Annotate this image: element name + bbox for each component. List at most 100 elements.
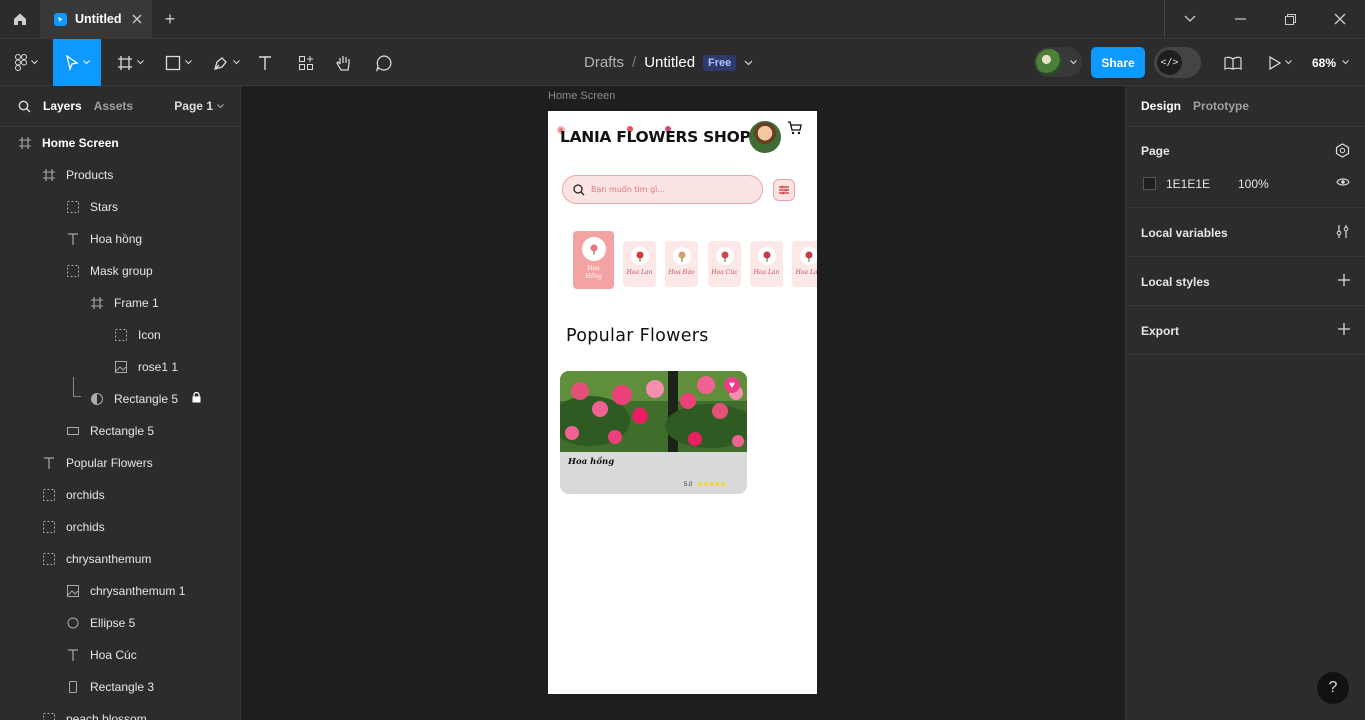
cart-icon[interactable]	[787, 121, 803, 135]
product-name: Hoa hồng	[568, 457, 615, 467]
export-section[interactable]: Export	[1126, 306, 1365, 355]
favorite-heart-icon[interactable]: ♥	[724, 377, 740, 393]
chevron-down-icon	[217, 103, 224, 108]
resources-button[interactable]	[292, 39, 320, 86]
close-window-button[interactable]	[1315, 0, 1365, 38]
category-chip[interactable]: Hoa Đào	[665, 241, 698, 287]
shop-avatar[interactable]	[749, 121, 781, 153]
lock-icon[interactable]	[192, 391, 201, 406]
pen-icon	[213, 56, 227, 70]
home-button[interactable]	[0, 0, 40, 38]
group-icon	[42, 488, 56, 502]
section-title: Popular Flowers	[566, 326, 709, 346]
layer-row[interactable]: rose1 1	[0, 351, 240, 383]
share-button[interactable]: Share	[1091, 47, 1145, 78]
layer-name: chrysanthemum 1	[90, 584, 186, 598]
library-button[interactable]	[1220, 39, 1246, 86]
new-tab-button[interactable]: +	[152, 0, 188, 38]
filter-button[interactable]	[773, 179, 795, 201]
help-button[interactable]: ?	[1317, 672, 1349, 704]
dev-mode-toggle[interactable]: </>	[1154, 47, 1201, 78]
user-menu[interactable]	[1034, 47, 1082, 77]
category-chip[interactable]: Hoa Lan	[750, 241, 783, 287]
close-icon	[1334, 13, 1346, 25]
page-color-hex[interactable]: 1E1E1E	[1166, 177, 1210, 191]
layer-row[interactable]: Stars	[0, 191, 240, 223]
present-button[interactable]	[1262, 39, 1298, 86]
local-variables-heading: Local variables	[1141, 226, 1228, 240]
file-tab[interactable]: Untitled	[40, 0, 152, 38]
file-name[interactable]: Untitled	[644, 54, 695, 71]
tab-assets[interactable]: Assets	[94, 99, 133, 113]
product-card[interactable]: ♥ Hoa hồng 5.0 ★★★★★	[560, 371, 747, 494]
layer-row[interactable]: Mask group	[0, 255, 240, 287]
layer-row[interactable]: orchids	[0, 511, 240, 543]
layers-panel: Layers Assets Page 1 Home Screen Products…	[0, 86, 241, 720]
layer-row[interactable]: chrysanthemum 1	[0, 575, 240, 607]
mask-connector-line	[73, 377, 81, 397]
tabs-dropdown-button[interactable]	[1165, 0, 1215, 38]
zoom-dropdown[interactable]: 68%	[1312, 39, 1349, 86]
local-variables-section[interactable]: Local variables	[1126, 208, 1365, 257]
pen-tool-button[interactable]	[206, 39, 246, 86]
layer-row[interactable]: Ellipse 5	[0, 607, 240, 639]
text-tool-button[interactable]	[252, 39, 278, 86]
search-icon[interactable]	[18, 100, 31, 113]
hand-tool-button[interactable]	[330, 39, 358, 86]
layer-name: Home Screen	[42, 136, 119, 150]
layer-name: Mask group	[90, 264, 153, 278]
layer-row[interactable]: Popular Flowers	[0, 447, 240, 479]
layer-row[interactable]: orchids	[0, 479, 240, 511]
layer-row[interactable]: Hoa hồng	[0, 223, 240, 255]
frame-tool-button[interactable]	[110, 39, 150, 86]
restore-button[interactable]	[1265, 0, 1315, 38]
layer-row[interactable]: Home Screen	[0, 127, 240, 159]
layer-row[interactable]: Products	[0, 159, 240, 191]
plus-icon[interactable]	[1338, 323, 1350, 335]
chevron-down-icon[interactable]	[744, 60, 753, 66]
title-bar: Untitled +	[0, 0, 1365, 38]
frame-label[interactable]: Home Screen	[548, 90, 615, 102]
layer-row[interactable]: chrysanthemum	[0, 543, 240, 575]
move-tool-button[interactable]	[53, 39, 101, 86]
canvas[interactable]: Home Screen LANIA FLOWERS SHOP Bạn muốn …	[242, 86, 1124, 720]
figma-file-icon	[54, 12, 67, 26]
layer-row[interactable]: Frame 1	[0, 287, 240, 319]
category-chip[interactable]: Hoa Lan	[792, 241, 817, 287]
tab-layers[interactable]: Layers	[43, 99, 82, 113]
variables-icon[interactable]	[1336, 224, 1350, 239]
page-color-swatch[interactable]	[1143, 177, 1156, 190]
category-chip[interactable]: Hoa Lan	[623, 241, 656, 287]
page-settings-icon[interactable]	[1335, 143, 1350, 158]
minimize-button[interactable]	[1215, 0, 1265, 38]
plan-badge[interactable]: Free	[703, 54, 737, 71]
plus-icon[interactable]	[1338, 274, 1350, 286]
comment-tool-button[interactable]	[370, 39, 398, 86]
page-selector[interactable]: Page 1	[174, 99, 224, 113]
page-opacity[interactable]: 100%	[1238, 177, 1269, 191]
book-icon	[1224, 56, 1242, 70]
breadcrumb-drafts[interactable]: Drafts	[584, 54, 624, 71]
layer-row[interactable]: Rectangle 3	[0, 671, 240, 703]
shape-tool-button[interactable]	[158, 39, 198, 86]
layer-row[interactable]: Rectangle 5	[0, 377, 240, 415]
layer-row[interactable]: Icon	[0, 319, 240, 351]
close-tab-icon[interactable]	[132, 14, 142, 24]
breadcrumb: Drafts / Untitled Free	[584, 39, 753, 86]
category-chip[interactable]: Hoa Hồng	[573, 231, 614, 289]
eye-icon[interactable]	[1336, 177, 1350, 187]
search-bar[interactable]: Bạn muốn tìm gì...	[562, 175, 763, 204]
local-styles-section[interactable]: Local styles	[1126, 257, 1365, 306]
group-icon	[42, 552, 56, 566]
tab-design[interactable]: Design	[1141, 99, 1181, 113]
layer-row[interactable]: peach blossom	[0, 703, 240, 720]
category-chip[interactable]: Hoa Cúc	[708, 241, 741, 287]
category-label: Hoa Đào	[668, 269, 695, 276]
tab-prototype[interactable]: Prototype	[1193, 99, 1249, 113]
layer-row[interactable]: Hoa Cúc	[0, 639, 240, 671]
image-icon	[114, 360, 128, 374]
category-label: Hoa Lan	[626, 269, 653, 276]
home-screen-frame[interactable]: LANIA FLOWERS SHOP Bạn muốn tìm gì... Ho…	[548, 111, 817, 694]
main-menu-button[interactable]	[8, 39, 44, 86]
layer-row[interactable]: Rectangle 5	[0, 415, 240, 447]
